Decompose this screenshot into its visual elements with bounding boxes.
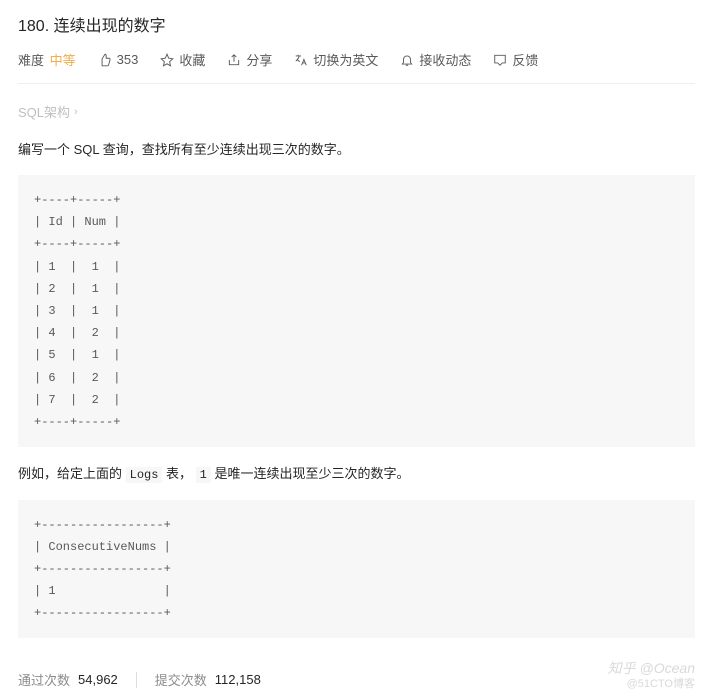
sql-schema-link[interactable]: SQL架构 › <box>18 102 695 121</box>
stats-divider <box>136 672 137 688</box>
feedback-label: 反馈 <box>512 50 538 69</box>
example-text: 例如，给定上面的 Logs 表， 1 是唯一连续出现至少三次的数字。 <box>18 463 695 485</box>
code-logs: Logs <box>126 467 163 483</box>
thumbs-up-icon <box>98 53 112 67</box>
example-suffix: 是唯一连续出现至少三次的数字。 <box>211 466 410 481</box>
star-icon <box>160 53 174 67</box>
translate-button[interactable]: 切换为英文 <box>294 50 378 69</box>
share-button[interactable]: 分享 <box>227 50 272 69</box>
example-prefix: 例如，给定上面的 <box>18 466 126 481</box>
like-button[interactable]: 353 <box>98 52 139 67</box>
difficulty-level: 中等 <box>50 53 76 68</box>
example-mid: 表， <box>162 466 195 481</box>
stats-bar: 通过次数 54,962 提交次数 112,158 <box>18 656 695 699</box>
like-count: 353 <box>117 52 139 67</box>
chevron-right-icon: › <box>74 106 78 118</box>
favorite-label: 收藏 <box>179 50 205 69</box>
accepted-value: 54,962 <box>78 672 118 687</box>
problem-title: 180. 连续出现的数字 <box>18 8 695 44</box>
code-block-input: +----+-----+ | Id | Num | +----+-----+ |… <box>18 175 695 447</box>
code-one: 1 <box>196 467 211 483</box>
feedback-button[interactable]: 反馈 <box>493 50 538 69</box>
toolbar: 难度 中等 353 收藏 分享 切换为英文 接收动态 反馈 <box>18 44 695 84</box>
watermark-line2: @51CTO博客 <box>608 677 695 691</box>
submitted-label: 提交次数 <box>155 670 207 689</box>
translate-icon <box>294 53 308 67</box>
sql-schema-label: SQL架构 <box>18 102 70 121</box>
share-label: 分享 <box>246 50 272 69</box>
translate-label: 切换为英文 <box>313 50 378 69</box>
code-block-output: +-----------------+ | ConsecutiveNums | … <box>18 500 695 639</box>
watermark: 知乎 @Ocean @51CTO博客 <box>608 659 695 691</box>
submitted-value: 112,158 <box>215 672 261 687</box>
subscribe-button[interactable]: 接收动态 <box>400 50 471 69</box>
comment-icon <box>493 53 507 67</box>
difficulty: 难度 中等 <box>18 50 76 69</box>
subscribe-label: 接收动态 <box>419 50 471 69</box>
share-icon <box>227 53 241 67</box>
favorite-button[interactable]: 收藏 <box>160 50 205 69</box>
accepted-label: 通过次数 <box>18 670 70 689</box>
difficulty-label: 难度 <box>18 53 44 68</box>
bell-icon <box>400 53 414 67</box>
watermark-line1: 知乎 @Ocean <box>608 659 695 677</box>
problem-description: 编写一个 SQL 查询，查找所有至少连续出现三次的数字。 <box>18 139 695 161</box>
